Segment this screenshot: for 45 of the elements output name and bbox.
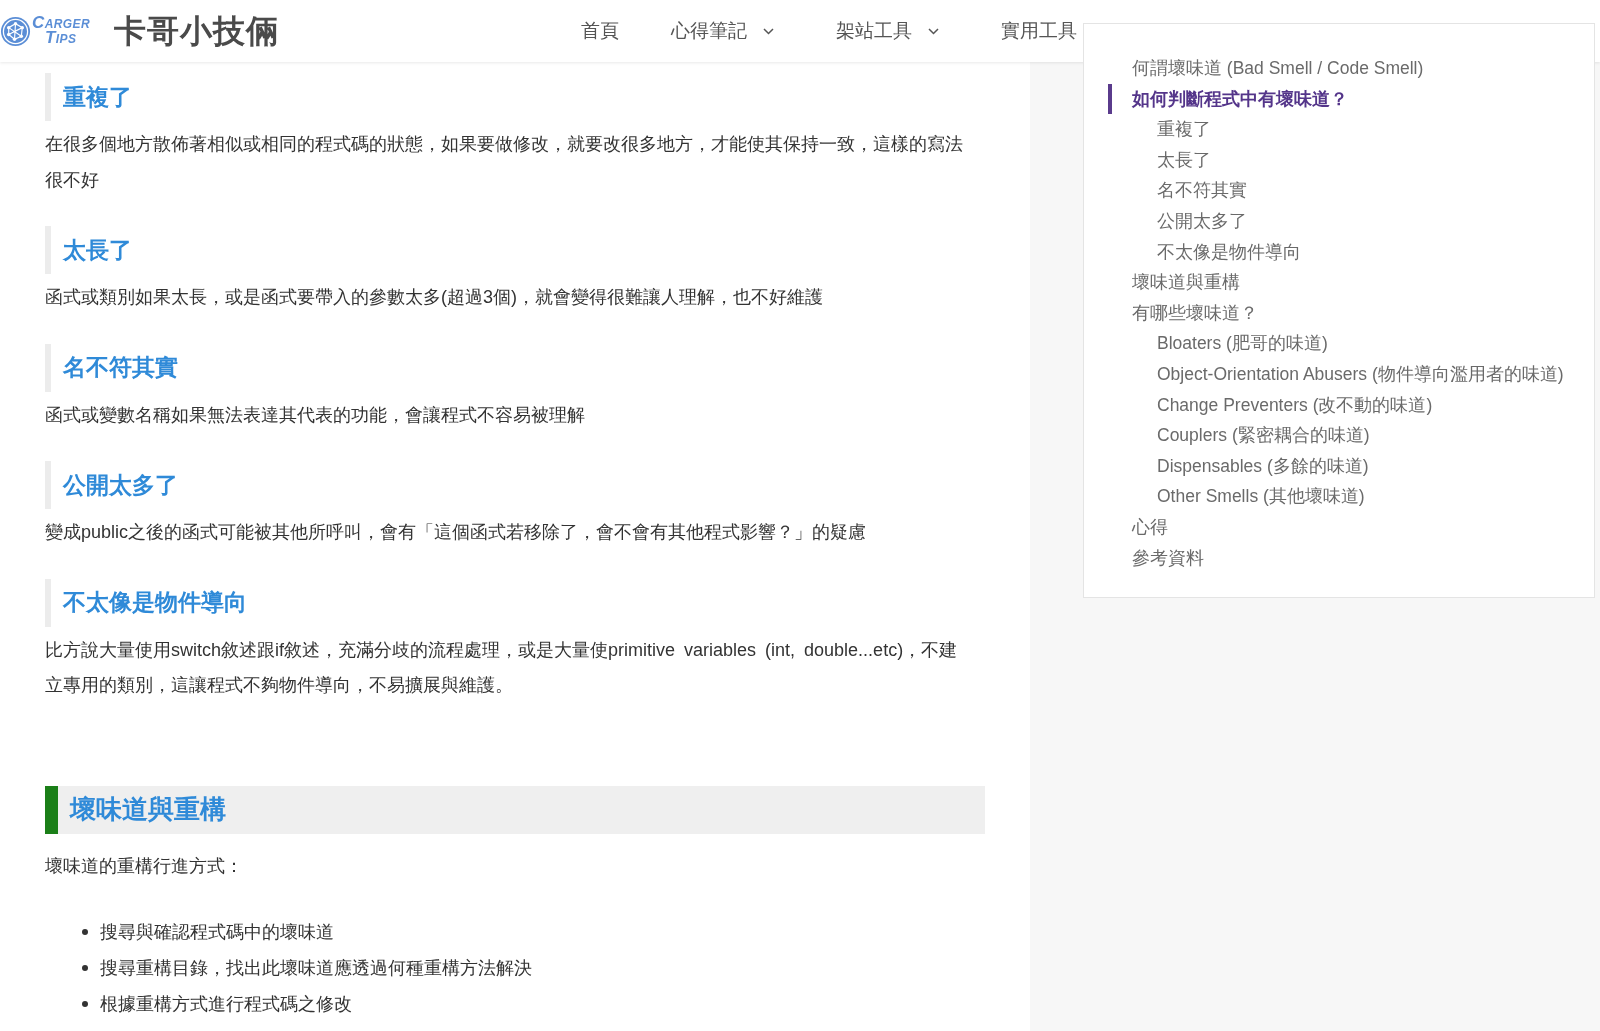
bullet-icon (82, 965, 88, 971)
logo-text[interactable]: TIPS (45, 31, 91, 46)
nav-link[interactable]: 首頁 (581, 0, 620, 62)
caret-icon[interactable] (763, 27, 775, 35)
toc-link[interactable]: Object-Orientation Abusers (物件導向濫用者的味道) (1133, 358, 1564, 390)
subsection-heading: 太長了 (45, 226, 138, 274)
logo-text[interactable]: CARGER (32, 16, 91, 31)
section-heading: 壞味道與重構 (45, 785, 985, 834)
paragraph: 在很多個地方散佈著相似或相同的程式碼的狀態，如果要做修改，就要改很多地方，才能使其保持一致，這樣的寫法很不好 (45, 133, 964, 192)
toc-link[interactable]: 有哪些壞味道？ (1108, 297, 1258, 329)
toc-link[interactable]: Bloaters (肥哥的味道) (1133, 328, 1328, 359)
toc-link[interactable]: 壞味道與重構 (1108, 267, 1240, 298)
subsection-heading: 不太像是物件導向 (45, 578, 253, 627)
nav-link[interactable]: 實用工具 (1001, 0, 1078, 62)
bullet-icon (82, 929, 88, 935)
list-item-text: 根據重構方式進行程式碼之修改 (100, 992, 352, 1016)
subsection-heading: 公開太多了 (45, 461, 184, 509)
logo-icon[interactable] (0, 15, 31, 47)
toc-link[interactable]: 參考資料 (1108, 542, 1204, 574)
subsection-heading: 重複了 (45, 73, 138, 121)
toc-link[interactable]: Other Smells (其他壞味道) (1133, 481, 1365, 512)
nav-link[interactable]: 心得筆記 (671, 0, 785, 62)
toc-link[interactable]: 太長了 (1133, 144, 1211, 176)
paragraph: 壞味道的重構行進方式： (45, 854, 244, 878)
nav-link[interactable]: 架站工具 (836, 0, 950, 62)
toc-link[interactable]: Dispensables (多餘的味道) (1133, 450, 1369, 482)
toc-link[interactable]: 如何判斷程式中有壞味道？ (1108, 83, 1348, 115)
toc-link[interactable]: 心得 (1108, 511, 1168, 543)
toc-link[interactable]: Couplers (緊密耦合的味道) (1133, 420, 1370, 451)
toc-link[interactable]: 公開太多了 (1133, 205, 1247, 237)
toc-link[interactable]: 名不符其實 (1133, 175, 1247, 206)
toc-link[interactable]: Change Preventers (改不動的味道) (1133, 389, 1433, 421)
paragraph: 函式或變數名稱如果無法表達其代表的功能，會讓程式不容易被理解 (45, 403, 586, 427)
toc-link[interactable]: 重複了 (1133, 114, 1211, 145)
paragraph: 變成public之後的函式可能被其他所呼叫，會有「這個函式若移除了，會不會有其他程式影響？」的疑慮 (45, 521, 868, 544)
site-title[interactable]: 卡哥小技倆 (114, 11, 280, 51)
paragraph: 函式或類別如果太長，或是函式要帶入的參數太多(超過3個)，就會變得很難讓人理解，也不好維護 (45, 286, 824, 309)
bullet-icon (82, 1001, 88, 1007)
caret-icon[interactable] (928, 27, 940, 35)
subsection-heading: 名不符其實 (45, 343, 184, 392)
list-item-text: 搜尋與確認程式碼中的壞味道 (100, 920, 334, 944)
toc-link[interactable]: 不太像是物件導向 (1133, 236, 1301, 268)
list-item-text: 搜尋重構目錄，找出此壞味道應透過何種重構方法解決 (100, 956, 532, 980)
toc-link[interactable]: 何謂壞味道 (Bad Smell / Code Smell) (1108, 53, 1424, 84)
paragraph: 比方說大量使用switch敘述跟if敘述，充滿分歧的流程處理，或是大量使primitive variables (int, double...etc)，不建立專用的類別，這讓程式不夠物件導向，不易擴展與維護。 (45, 638, 959, 697)
